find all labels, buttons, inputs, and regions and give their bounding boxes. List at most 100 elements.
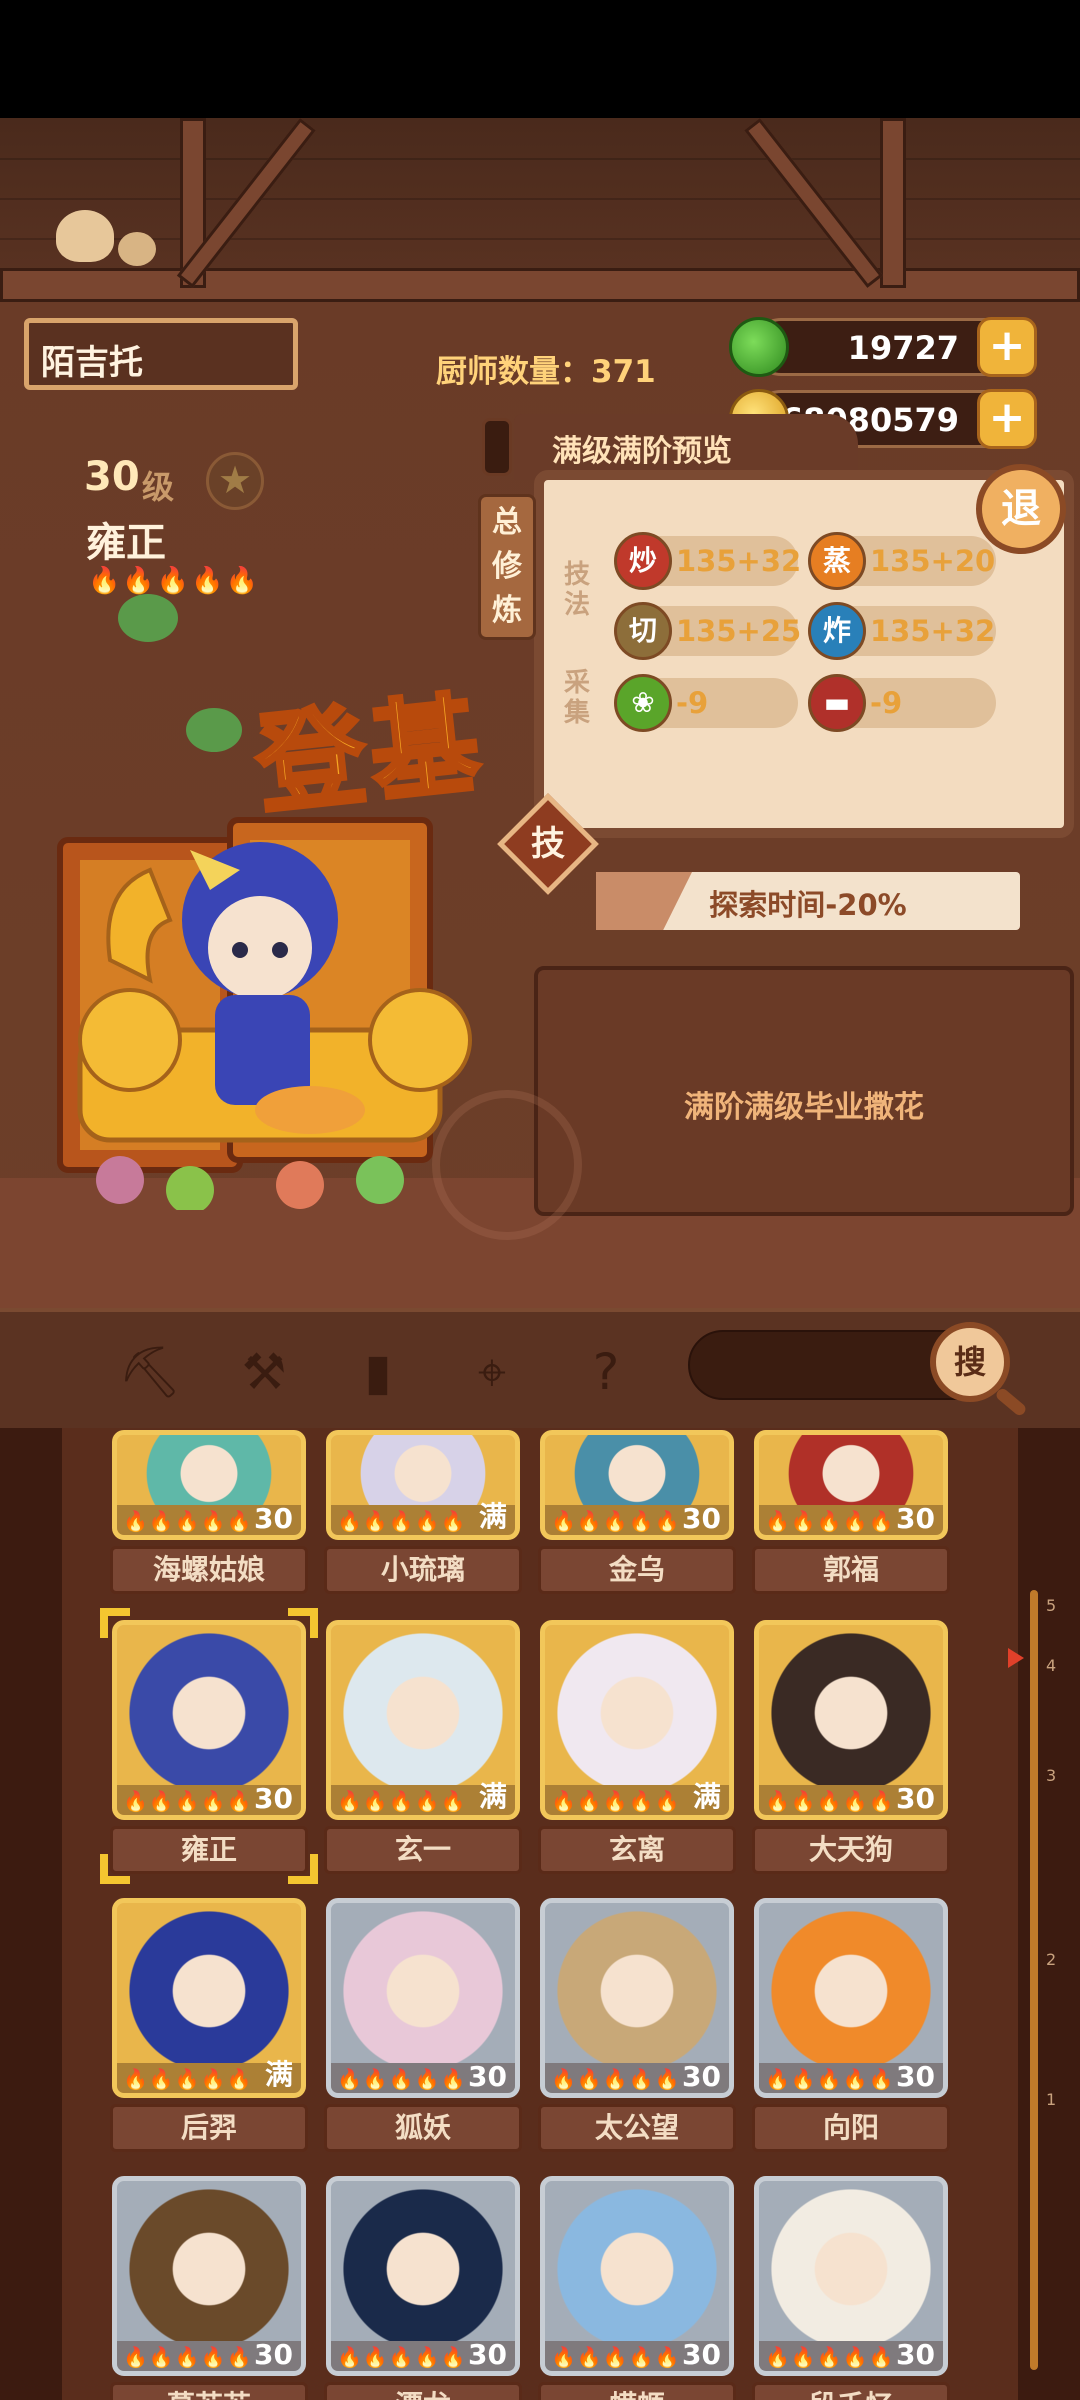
chef-card[interactable]: 🔥🔥🔥🔥🔥 30 xyxy=(326,1898,520,2098)
card-rank-flames: 🔥🔥🔥🔥🔥 xyxy=(551,2067,681,2091)
meat-icon: ▬ xyxy=(808,674,866,732)
chef-portrait xyxy=(545,2181,729,2341)
chef-card-name[interactable]: 狐妖 xyxy=(324,2104,522,2152)
chef-card[interactable]: 🔥🔥🔥🔥🔥 30 xyxy=(754,2176,948,2376)
chef-card-name[interactable]: 大天狗 xyxy=(752,1826,950,1874)
gather-vegetable: ❀ -9 xyxy=(614,674,798,732)
explore-bonus-text: 探索时间-20% xyxy=(709,888,907,922)
skill-cut: 切 135+25 xyxy=(614,602,801,660)
gather-meat: ▬ -9 xyxy=(808,674,996,732)
card-rank-flames: 🔥🔥🔥🔥🔥 xyxy=(337,1509,467,1533)
chef-card[interactable]: 🔥🔥🔥🔥🔥 30 xyxy=(540,1430,734,1540)
chef-portrait xyxy=(331,2181,515,2341)
chef-card-name[interactable]: 郭福 xyxy=(752,1546,950,1594)
spade-icon[interactable]: ⚒ xyxy=(232,1340,296,1404)
chef-card-name[interactable]: 金乌 xyxy=(538,1546,736,1594)
chef-card[interactable]: 🔥🔥🔥🔥🔥 30 xyxy=(112,2176,306,2376)
chef-portrait xyxy=(331,1903,515,2063)
panel-handle xyxy=(482,418,512,476)
jade-amount: 19727 xyxy=(847,329,959,367)
chef-portrait xyxy=(759,1625,943,1785)
card-level: 30 xyxy=(682,1502,721,1535)
card-rank-flames: 🔥🔥🔥🔥🔥 xyxy=(551,2345,681,2369)
skill-steam: 蒸 135+20 xyxy=(808,532,996,590)
roster-left-rail xyxy=(0,1428,62,2400)
card-rank-flames: 🔥🔥🔥🔥🔥 xyxy=(765,2067,895,2091)
chef-card-name[interactable]: 后羿 xyxy=(110,2104,308,2152)
back-button[interactable]: 退 xyxy=(976,464,1066,554)
chef-card-name[interactable]: 小琉璃 xyxy=(324,1546,522,1594)
chef-card-name[interactable]: 雍正 xyxy=(110,1826,308,1874)
card-rank-flames: 🔥🔥🔥🔥🔥 xyxy=(337,1789,467,1813)
chef-card[interactable]: 🔥🔥🔥🔥🔥 30 xyxy=(540,2176,734,2376)
chef-rank-flames: 🔥🔥🔥🔥🔥 xyxy=(88,566,260,596)
chef-card[interactable]: 🔥🔥🔥🔥🔥 满 xyxy=(540,1620,734,1820)
steam-icon: 蒸 xyxy=(808,532,866,590)
status-bar xyxy=(0,0,1080,118)
chef-card-name[interactable]: 慕苏苏 xyxy=(110,2382,308,2400)
chef-name: 雍正 xyxy=(86,520,166,566)
chef-count-label: 厨师数量：371 xyxy=(436,354,656,390)
chef-card[interactable]: 🔥🔥🔥🔥🔥 满 xyxy=(326,1620,520,1820)
chef-level-unit: 级 xyxy=(142,468,175,506)
chef-card-name[interactable]: 潭龙 xyxy=(324,2382,522,2400)
chef-card[interactable]: 🔥🔥🔥🔥🔥 满 xyxy=(326,1430,520,1540)
bird-decoration xyxy=(118,594,178,642)
cut-icon: 切 xyxy=(614,602,672,660)
chef-portrait xyxy=(117,1625,301,1785)
chef-card-name[interactable]: 段千忆 xyxy=(752,2382,950,2400)
favorite-star-button[interactable]: ★ xyxy=(206,452,264,510)
technique-label: 技法 xyxy=(563,560,590,620)
card-rank-flames: 🔥🔥🔥🔥🔥 xyxy=(337,2067,467,2091)
chef-card-name[interactable]: 海螺姑娘 xyxy=(110,1546,308,1594)
chef-card[interactable]: 🔥🔥🔥🔥🔥 30 xyxy=(540,1898,734,2098)
jade-currency-pill: 19727 + xyxy=(729,317,1037,377)
card-rank-flames: 🔥🔥🔥🔥🔥 xyxy=(765,1509,895,1533)
total-training-label[interactable]: 总修炼 xyxy=(478,494,536,640)
star-icon: ★ xyxy=(217,458,253,502)
gather-label: 采集 xyxy=(563,668,590,728)
location-pin-icon[interactable]: ⌖ xyxy=(460,1340,524,1404)
chef-card[interactable]: 🔥🔥🔥🔥🔥 30 xyxy=(754,1898,948,2098)
chef-card[interactable]: 🔥🔥🔥🔥🔥 30 xyxy=(754,1620,948,1820)
add-jade-button[interactable]: + xyxy=(977,317,1037,377)
chef-card-name[interactable]: 太公望 xyxy=(538,2104,736,2152)
bird-decoration xyxy=(186,708,242,752)
chef-portrait xyxy=(117,1435,301,1505)
card-level: 满 xyxy=(478,1780,507,1813)
scroll-track xyxy=(1030,1590,1038,2370)
chef-card-name[interactable]: 玄一 xyxy=(324,1826,522,1874)
skill-button-label[interactable]: 技 xyxy=(522,818,574,870)
chef-card-name[interactable]: 向阳 xyxy=(752,2104,950,2152)
chef-card-name[interactable]: 蝾螈 xyxy=(538,2382,736,2400)
card-level: 30 xyxy=(254,1782,293,1815)
chef-card[interactable]: 🔥🔥🔥🔥🔥 30 xyxy=(112,1430,306,1540)
card-rank-flames: 🔥🔥🔥🔥🔥 xyxy=(765,2345,895,2369)
chef-portrait xyxy=(545,1625,729,1785)
chef-card[interactable]: 🔥🔥🔥🔥🔥 30 xyxy=(326,2176,520,2376)
jar-icon[interactable]: ▮ xyxy=(346,1340,410,1404)
add-coin-button[interactable]: + xyxy=(977,389,1037,449)
card-rank-flames: 🔥🔥🔥🔥🔥 xyxy=(765,1789,895,1813)
chef-card[interactable]: 🔥🔥🔥🔥🔥 满 xyxy=(112,1898,306,2098)
card-level: 满 xyxy=(478,1500,507,1533)
chef-portrait xyxy=(759,1903,943,2063)
chef-portrait xyxy=(545,1903,729,2063)
selection-corner xyxy=(288,1854,318,1884)
map-help-icon[interactable]: ? xyxy=(574,1340,638,1404)
scroll-position-marker[interactable] xyxy=(1008,1648,1024,1668)
chef-card[interactable]: 🔥🔥🔥🔥🔥 30 xyxy=(112,1620,306,1820)
chef-card-name[interactable]: 玄离 xyxy=(538,1826,736,1874)
roster-scroll-rail[interactable] xyxy=(1018,1428,1080,2400)
scroll-mark-label: 2 xyxy=(1046,1950,1057,1969)
player-name-box[interactable]: 陌吉托 xyxy=(24,318,298,390)
card-level: 30 xyxy=(896,2060,935,2093)
card-rank-flames: 🔥🔥🔥🔥🔥 xyxy=(123,2067,253,2091)
shovel-icon[interactable]: ⛏ xyxy=(118,1340,182,1404)
chef-portrait xyxy=(331,1625,515,1785)
card-level: 30 xyxy=(468,2060,507,2093)
card-rank-flames: 🔥🔥🔥🔥🔥 xyxy=(551,1789,681,1813)
chef-card[interactable]: 🔥🔥🔥🔥🔥 30 xyxy=(754,1430,948,1540)
scroll-mark-label: 5 xyxy=(1046,1596,1057,1615)
selection-corner xyxy=(288,1608,318,1638)
